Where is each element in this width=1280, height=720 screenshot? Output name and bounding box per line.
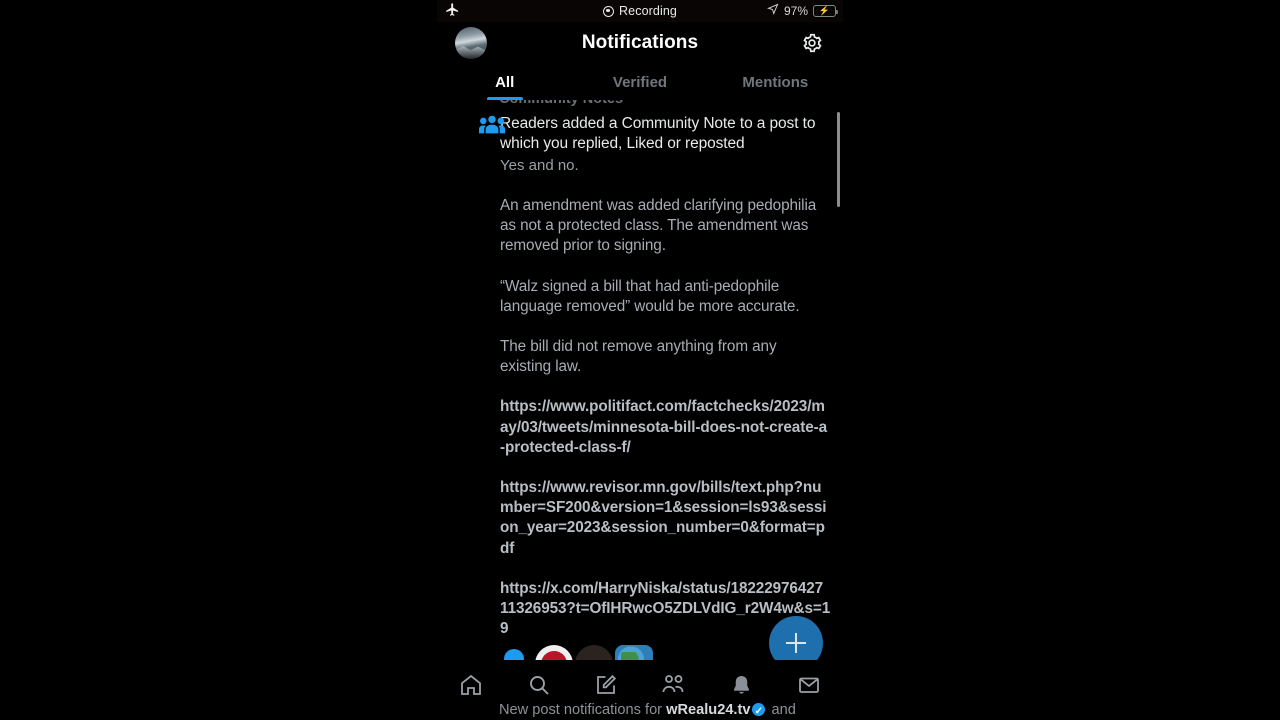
- tab-all-label: All: [495, 73, 515, 91]
- community-notes-people-icon: [479, 114, 505, 136]
- notification-subtitle: Yes and no.: [500, 157, 579, 174]
- recording-label: Recording: [619, 4, 677, 18]
- gear-icon[interactable]: [801, 32, 823, 54]
- feed-scrollbar[interactable]: [837, 112, 840, 207]
- verified-badge-icon: [752, 702, 766, 720]
- messages-envelope-icon: [797, 673, 821, 702]
- notification-item[interactable]: Readers added a Community Note to a post…: [437, 100, 843, 176]
- page-title: Notifications: [581, 32, 699, 53]
- tab-mentions[interactable]: Mentions: [708, 64, 843, 100]
- tab-compose[interactable]: [572, 672, 640, 702]
- profile-avatar[interactable]: [455, 27, 487, 59]
- screenshot-root: Recording 97% ⚡ Notifications All Verifi…: [0, 0, 1280, 720]
- notifications-bell-icon: [730, 673, 753, 702]
- tab-messages[interactable]: [775, 672, 843, 702]
- tab-all[interactable]: All: [437, 64, 572, 101]
- promo-prefix: New post notifications for: [499, 702, 667, 718]
- tab-verified[interactable]: Verified: [572, 64, 707, 100]
- plus-icon: [786, 633, 806, 653]
- battery-charging-icon: ⚡: [813, 5, 839, 17]
- notification-body: Readers added a Community Note to a post…: [451, 114, 829, 176]
- note-paragraph: “Walz signed a bill that had anti-pedoph…: [500, 277, 800, 315]
- note-source-link[interactable]: https://www.revisor.mn.gov/bills/text.ph…: [437, 478, 843, 559]
- tab-mentions-label: Mentions: [742, 73, 809, 91]
- status-bar: Recording 97% ⚡: [437, 0, 843, 22]
- communities-icon: [661, 673, 687, 702]
- tab-home[interactable]: [437, 672, 505, 702]
- battery-percent-label: 97%: [783, 4, 808, 18]
- search-icon: [527, 673, 551, 702]
- app-header: Notifications: [437, 22, 843, 64]
- location-arrow-icon: [767, 2, 779, 20]
- tab-notifications[interactable]: [708, 672, 776, 702]
- record-indicator-icon: [603, 5, 615, 17]
- status-bar-right: 97% ⚡: [767, 0, 839, 22]
- tab-search[interactable]: [505, 672, 573, 702]
- notification-title: Readers added a Community Note to a post…: [500, 115, 816, 152]
- tab-communities[interactable]: [640, 672, 708, 702]
- promo-account[interactable]: wRealu24.tv: [666, 702, 750, 718]
- home-icon: [459, 673, 483, 702]
- compose-icon: [594, 673, 618, 702]
- note-paragraph: An amendment was added clarifying pedoph…: [500, 197, 817, 255]
- phone-screen: Recording 97% ⚡ Notifications All Verifi…: [437, 0, 843, 720]
- promo-suffix: and: [767, 702, 796, 718]
- note-source-link[interactable]: https://www.politifact.com/factchecks/20…: [437, 397, 843, 458]
- tab-verified-label: Verified: [612, 73, 668, 91]
- note-paragraph: The bill did not remove anything from an…: [500, 338, 777, 376]
- new-post-notifications-banner[interactable]: New post notifications for wRealu24.tv a…: [437, 700, 843, 720]
- notifications-tabs: All Verified Mentions: [437, 64, 843, 101]
